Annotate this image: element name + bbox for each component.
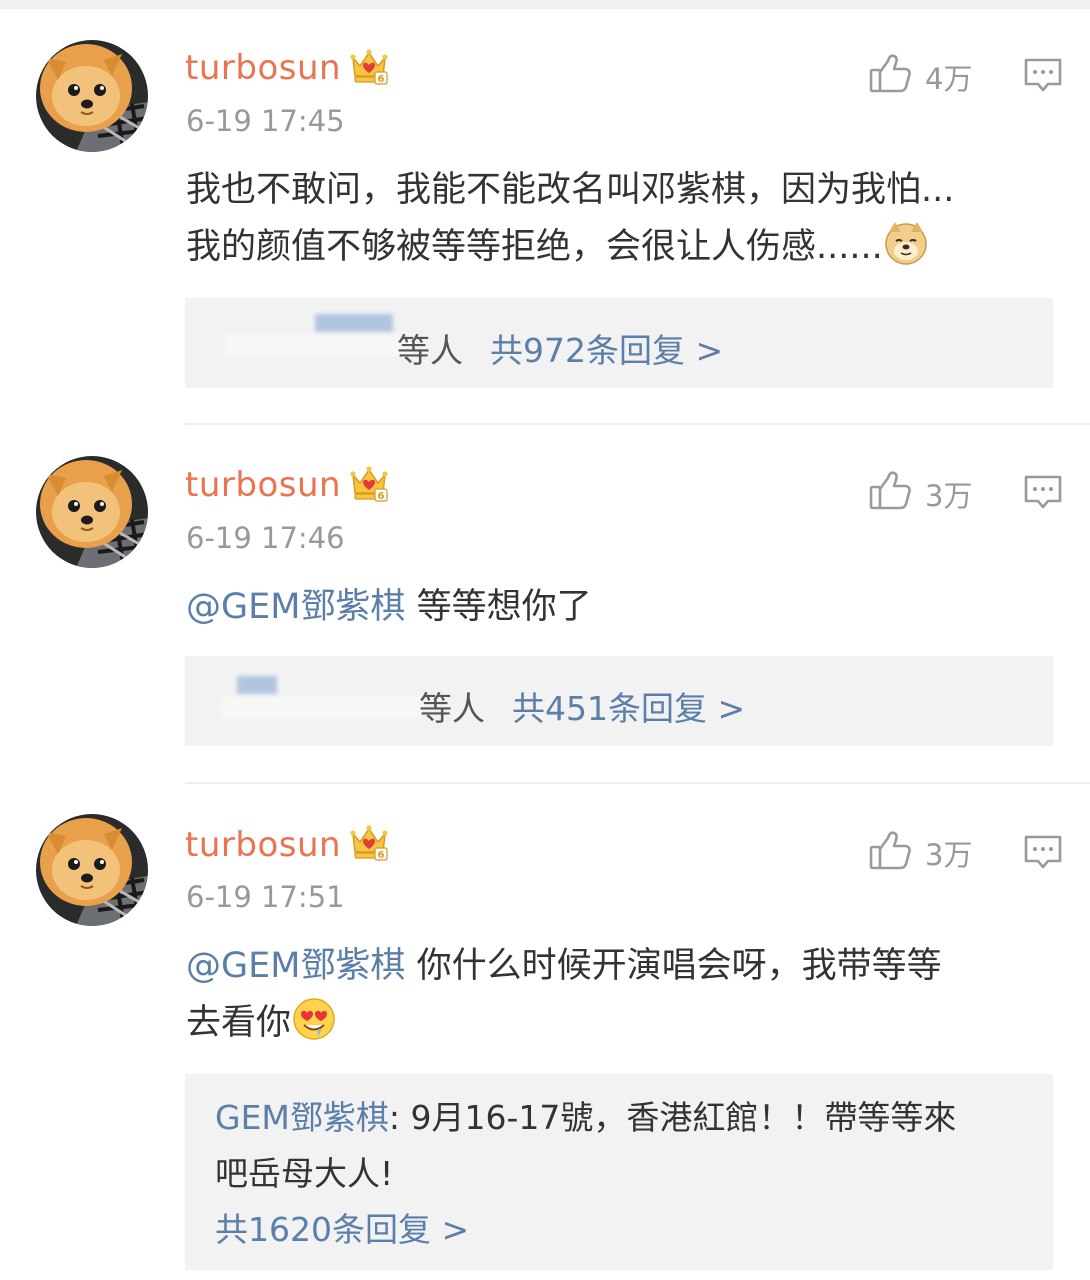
blurred-replier-name xyxy=(315,314,393,332)
reply-summary-box[interactable]: 等人 共972条回复 > xyxy=(185,298,1053,388)
username[interactable]: turbosun xyxy=(185,465,341,505)
crown-badge-icon xyxy=(349,824,389,862)
avatar[interactable] xyxy=(36,814,148,926)
username[interactable]: turbosun xyxy=(185,48,341,88)
comment-item: turbosun 6-19 17:46 3万 @GEM鄧紫棋 等等想你了 等人 … xyxy=(0,424,1090,784)
comment-text-segment: 等等想你了 xyxy=(405,587,592,627)
reply-text-line: 吧岳母大人! xyxy=(215,1154,394,1193)
like-count[interactable]: 3万 xyxy=(925,832,972,874)
avatar[interactable] xyxy=(36,40,148,152)
avatar[interactable] xyxy=(36,456,148,568)
comment-text-segment: 我的颜值不够被等等拒绝，会很让人伤感...... xyxy=(186,227,883,267)
reply-preview-text: GEM鄧紫棋: 9月16-17號，香港紅館！！帶等等來 吧岳母大人! 共1620… xyxy=(215,1090,1035,1258)
timestamp: 6-19 17:51 xyxy=(186,880,345,914)
thumbs-up-icon[interactable] xyxy=(868,52,912,94)
comment-item: turbosun 6-19 17:45 4万 我也不敢问，我能不能改名叫邓紫棋，… xyxy=(0,0,1090,424)
view-replies-link[interactable]: 共972条回复 > xyxy=(490,324,723,372)
comment-text: 我也不敢问，我能不能改名叫邓紫棋，因为我怕... 我的颜值不够被等等拒绝，会很让… xyxy=(186,162,1056,276)
reply-text-segment: : 9月16-17號，香港紅館！！帶等等來 xyxy=(388,1098,957,1137)
pomeranian-avatar-icon xyxy=(36,814,148,926)
comment-text: @GEM鄧紫棋 你什么时候开演唱会呀，我带等等 去看你 xyxy=(186,938,1056,1052)
comment-bubble-icon[interactable] xyxy=(1022,55,1064,95)
crown-badge-icon xyxy=(349,48,389,86)
reply-text-line: GEM鄧紫棋: 9月16-17號，香港紅館！！帶等等來 xyxy=(215,1090,1035,1146)
blurred-replier xyxy=(225,334,415,356)
replier-suffix: 等人 xyxy=(397,331,463,370)
pomeranian-avatar-icon xyxy=(36,40,148,152)
reply-summary-box[interactable]: 等人 共451条回复 > xyxy=(185,656,1053,746)
comment-text: @GEM鄧紫棋 等等想你了 xyxy=(186,579,1056,636)
mention-link[interactable]: @GEM鄧紫棋 xyxy=(186,946,405,986)
comment-text-line: 我的颜值不够被等等拒绝，会很让人伤感...... xyxy=(186,219,1056,276)
timestamp: 6-19 17:45 xyxy=(186,104,345,138)
comment-bubble-icon[interactable] xyxy=(1022,472,1064,512)
comment-bubble-icon[interactable] xyxy=(1022,832,1064,872)
pomeranian-avatar-icon xyxy=(36,456,148,568)
crown-badge-icon xyxy=(349,465,389,503)
like-count[interactable]: 4万 xyxy=(925,56,972,98)
comment-item: turbosun 6-19 17:51 3万 @GEM鄧紫棋 你什么时候开演唱会… xyxy=(0,784,1090,1280)
username[interactable]: turbosun xyxy=(185,825,341,865)
blurred-replier xyxy=(221,696,421,718)
thumbs-up-icon[interactable] xyxy=(868,829,912,871)
comment-text-line: 去看你 xyxy=(186,995,1056,1052)
comment-text-line: 我也不敢问，我能不能改名叫邓紫棋，因为我怕... xyxy=(186,170,955,210)
doge-emoji-icon xyxy=(883,220,929,266)
reply-author-link[interactable]: GEM鄧紫棋 xyxy=(215,1098,389,1137)
heart-eyes-emoji-icon xyxy=(291,996,337,1042)
view-replies-link[interactable]: 共1620条回复 > xyxy=(215,1202,1035,1258)
comment-text-line: @GEM鄧紫棋 你什么时候开演唱会呀，我带等等 xyxy=(186,938,1056,995)
replier-suffix: 等人 xyxy=(419,689,485,728)
blurred-replier-name xyxy=(237,676,277,694)
view-replies-link[interactable]: 共451条回复 > xyxy=(512,682,745,730)
comment-text-segment: 去看你 xyxy=(186,1003,292,1043)
thumbs-up-icon[interactable] xyxy=(868,469,912,511)
comment-text-segment: 你什么时候开演唱会呀，我带等等 xyxy=(405,946,942,986)
like-count[interactable]: 3万 xyxy=(925,473,972,515)
mention-link[interactable]: @GEM鄧紫棋 xyxy=(186,587,405,627)
reply-preview-box[interactable]: GEM鄧紫棋: 9月16-17號，香港紅館！！帶等等來 吧岳母大人! 共1620… xyxy=(185,1074,1053,1270)
timestamp: 6-19 17:46 xyxy=(186,521,345,555)
